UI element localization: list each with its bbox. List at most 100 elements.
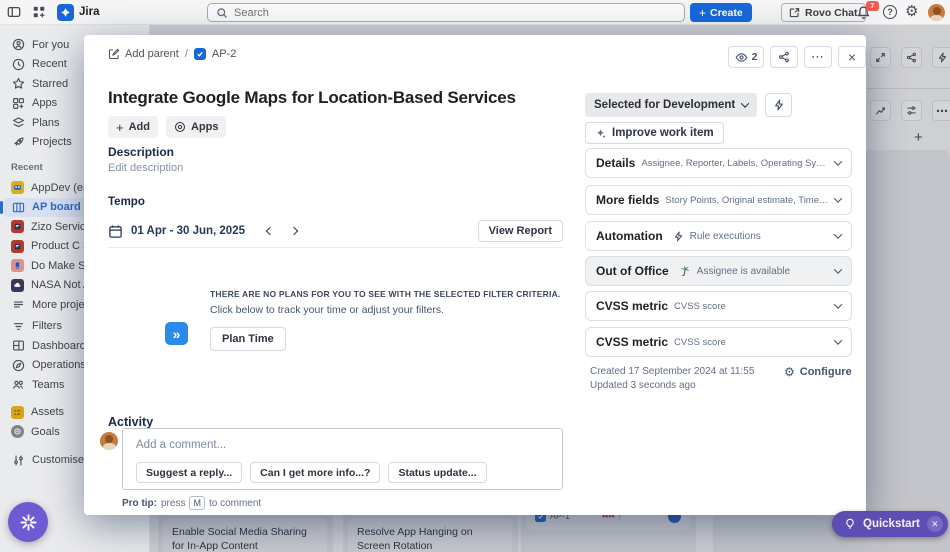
ai-assistant-button[interactable] <box>8 502 48 542</box>
expand-icon[interactable] <box>870 47 891 68</box>
breadcrumb: Add parent / AP-2 <box>108 48 236 60</box>
tempo-logo-icon: » <box>165 322 188 345</box>
quick-reply-button[interactable]: Suggest a reply... <box>136 462 242 483</box>
tempo-empty-title: THERE ARE NO PLANS FOR YOU TO SEE WITH T… <box>210 289 563 299</box>
comment-avatar <box>100 432 118 450</box>
jira-logo[interactable] <box>57 4 74 21</box>
share-button[interactable] <box>770 46 798 68</box>
details-panel[interactable]: Details Assignee, Reporter, Labels, Oper… <box>585 148 852 178</box>
notification-badge: 7 <box>866 1 879 11</box>
issue-key[interactable]: AP-2 <box>212 48 236 60</box>
chevron-down-icon <box>834 194 842 202</box>
gear-icon: ⚙ <box>784 365 795 379</box>
created-timestamp: Created 17 September 2024 at 11:55 <box>590 366 754 377</box>
ai-sparkle-icon <box>595 128 606 139</box>
more-actions-button[interactable]: ⋯ <box>804 46 832 68</box>
target-icon <box>11 425 24 438</box>
apps-button[interactable]: Apps <box>166 116 227 138</box>
filter-icon <box>11 319 25 333</box>
app-switcher-icon[interactable] <box>31 4 47 20</box>
rocket-icon <box>11 135 25 149</box>
people-icon <box>11 378 25 392</box>
tempo-date-range[interactable]: 01 Apr - 30 Jun, 2025 <box>131 225 245 237</box>
quickstart-button[interactable]: Quickstart ✕ <box>832 511 948 537</box>
keyboard-key-m: M <box>189 496 205 510</box>
prev-period-icon[interactable] <box>266 227 274 235</box>
cvss-metric-panel[interactable]: CVSS metric CVSS score <box>585 291 852 321</box>
search-input[interactable] <box>234 7 676 19</box>
plus-icon: + <box>116 120 124 135</box>
next-period-icon[interactable] <box>290 227 298 235</box>
board-columns-icon <box>11 200 25 214</box>
person-circle-icon <box>11 38 25 52</box>
task-type-icon <box>194 48 206 60</box>
automation-panel[interactable]: Automation Rule executions <box>585 221 852 251</box>
add-parent-button[interactable]: Add parent <box>108 48 179 60</box>
apps-circle-icon <box>174 121 186 133</box>
top-navigation: Jira + Create Rovo Chat 7 ? ⚙ <box>0 0 950 25</box>
sparkle-burst-icon <box>19 513 38 532</box>
rovo-chat-button[interactable]: Rovo Chat <box>781 3 866 22</box>
layers-icon <box>11 116 25 130</box>
quick-reply-button[interactable]: Can I get more info...? <box>250 462 380 483</box>
palm-tree-icon <box>679 265 691 277</box>
project-avatar <box>11 279 24 292</box>
description-heading: Description <box>108 145 174 159</box>
add-column-icon[interactable]: + <box>914 129 923 146</box>
improve-work-item-button[interactable]: Improve work item <box>585 122 724 144</box>
automation-lightning-button[interactable] <box>765 93 792 117</box>
plus-icon: + <box>699 6 706 20</box>
watchers-button[interactable]: 2 <box>728 46 764 68</box>
search-icon <box>216 7 228 19</box>
tempo-heading: Tempo <box>108 196 145 208</box>
status-dropdown[interactable]: Selected for Development <box>585 93 757 117</box>
lightning-icon[interactable] <box>932 47 950 68</box>
pro-tip: Pro tip: press M to comment <box>122 496 261 510</box>
apps-grid-icon <box>11 96 25 110</box>
more-fields-panel[interactable]: More fields Story Points, Original estim… <box>585 185 852 215</box>
activity-heading: Activity <box>108 415 153 429</box>
close-modal-button[interactable]: × <box>838 46 866 68</box>
dashboard-icon <box>11 339 25 353</box>
issue-title[interactable]: Integrate Google Maps for Location-Based… <box>108 88 578 108</box>
more-horizontal-icon[interactable]: ⋯ <box>932 100 950 121</box>
project-avatar <box>11 181 24 194</box>
share-icon[interactable] <box>901 47 922 68</box>
create-button[interactable]: + Create <box>690 3 752 22</box>
project-avatar <box>11 240 24 253</box>
chevron-down-icon <box>741 99 749 107</box>
configure-button[interactable]: ⚙ Configure <box>784 365 852 379</box>
description-placeholder[interactable]: Edit description <box>108 162 183 174</box>
avatar-graphic <box>933 7 941 15</box>
quick-reply-button[interactable]: Status update... <box>388 462 486 483</box>
comment-placeholder: Add a comment... <box>136 439 226 451</box>
settings-gear-icon[interactable]: ⚙ <box>905 2 918 20</box>
chevron-down-icon <box>834 230 842 238</box>
view-report-button[interactable]: View Report <box>478 220 563 242</box>
insights-chart-icon[interactable] <box>870 100 891 121</box>
modal-toolbar: 2 ⋯ × <box>728 46 866 68</box>
close-icon: × <box>848 49 856 65</box>
out-of-office-panel[interactable]: Out of Office Assignee is available <box>585 256 852 286</box>
more-lines-icon <box>11 298 25 312</box>
jira-app: Jira + Create Rovo Chat 7 ? ⚙ <box>0 0 950 552</box>
sidebar-toggle-icon[interactable] <box>6 4 22 20</box>
divider <box>866 88 950 89</box>
divider <box>108 247 563 248</box>
board-card[interactable]: Resolve App Hanging on Screen Rotation <box>348 518 512 552</box>
help-icon[interactable]: ? <box>883 5 897 19</box>
board-card[interactable]: Enable Social Media Sharing for In-App C… <box>163 518 327 552</box>
lightning-icon <box>673 231 684 242</box>
plan-time-button[interactable]: Plan Time <box>210 327 286 351</box>
project-avatar <box>11 259 24 272</box>
user-avatar[interactable] <box>928 4 945 21</box>
comment-box[interactable]: Add a comment... Suggest a reply... Can … <box>122 428 563 490</box>
chevron-down-icon <box>834 300 842 308</box>
chevron-down-icon <box>834 265 842 273</box>
view-settings-icon[interactable] <box>901 100 922 121</box>
cvss-metric-panel[interactable]: CVSS metric CVSS score <box>585 327 852 357</box>
issue-detail-modal: Add parent / AP-2 2 ⋯ × Integrate Google… <box>84 35 866 515</box>
search-bar[interactable] <box>207 3 685 22</box>
add-button[interactable]: + Add <box>108 116 158 138</box>
quickstart-close-icon[interactable]: ✕ <box>927 516 943 532</box>
